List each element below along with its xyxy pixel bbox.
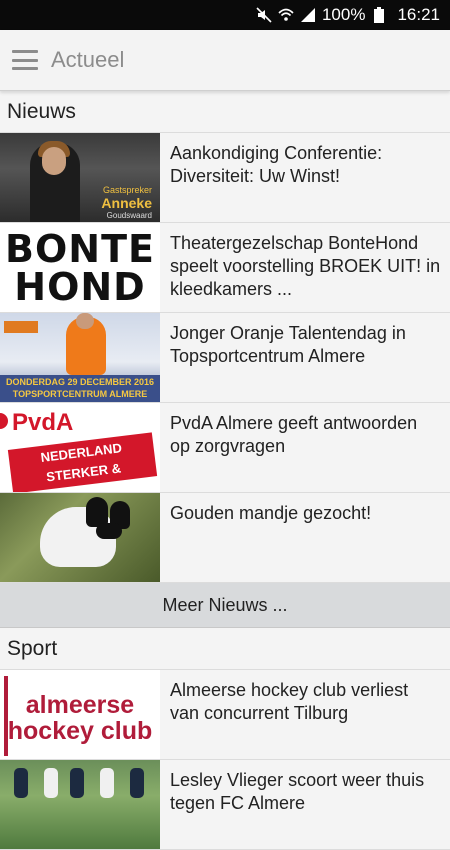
news-title: Gouden mandje gezocht! [170,503,372,523]
more-news-button[interactable]: Meer Nieuws ... [0,583,450,628]
sport-thumbnail [0,760,160,849]
thumb-caption: PvdA [12,409,74,436]
thumb-banner: NEDERLAND STERKER & SOCIALER [7,432,158,492]
news-title: Aankondiging Conferentie: Diversiteit: U… [170,143,383,186]
sport-list-item[interactable]: almeerse hockey club Almeerse hockey clu… [0,670,450,760]
thumb-caption: almeerse [25,691,135,719]
section-header-news: Nieuws [0,91,450,133]
thumb-caption: Gastspreker [102,185,152,195]
sport-title: Lesley Vlieger scoort weer thuis tegen F… [170,770,425,813]
news-thumbnail [0,493,160,582]
news-title: Jonger Oranje Talentendag in Topsportcen… [170,323,406,366]
thumb-caption: hockey club [7,717,153,745]
sport-section: Sport almeerse hockey club Almeerse hock… [0,628,450,850]
news-section: Nieuws Gastspreker Anneke Goudswaard Aan… [0,91,450,628]
news-thumbnail: DONDERDAG 29 DECEMBER 2016 TOPSPORTCENTR… [0,313,160,402]
news-list-item[interactable]: BONTE HOND Theatergezelschap BonteHond s… [0,223,450,313]
mute-icon [256,7,272,23]
news-list-item[interactable]: PvdA NEDERLAND STERKER & SOCIALER PvdA A… [0,403,450,493]
thumb-caption: Goudswaard [106,211,152,220]
news-title: Theatergezelschap BonteHond speelt voors… [170,233,441,299]
news-list-item[interactable]: Gastspreker Anneke Goudswaard Aankondigi… [0,133,450,223]
status-time: 16:21 [397,5,440,24]
signal-icon [300,7,316,23]
sport-title: Almeerse hockey club verliest van concur… [170,680,409,723]
status-bar: 100% 16:21 [0,0,450,30]
thumb-caption: DONDERDAG 29 DECEMBER 2016 [5,377,155,387]
battery-percent: 100% [321,5,366,24]
app-bar: Actueel [0,30,450,91]
battery-icon [371,7,387,23]
thumb-caption: BONTE [5,226,155,271]
thumb-caption: HOND [14,264,146,309]
news-thumbnail: Gastspreker Anneke Goudswaard [0,133,160,222]
thumb-caption: TOPSPORTCENTRUM ALMERE [12,389,148,399]
news-list-item[interactable]: DONDERDAG 29 DECEMBER 2016 TOPSPORTCENTR… [0,313,450,403]
news-thumbnail: BONTE HOND [0,223,160,312]
thumb-caption: Anneke [101,195,152,211]
hamburger-menu-icon[interactable] [12,50,38,70]
news-thumbnail: PvdA NEDERLAND STERKER & SOCIALER [0,403,160,492]
sport-list-item[interactable]: Lesley Vlieger scoort weer thuis tegen F… [0,760,450,850]
news-title: PvdA Almere geeft antwoorden op zorgvrag… [170,413,418,456]
app-title: Actueel [51,47,125,72]
sport-thumbnail: almeerse hockey club [0,670,160,759]
wifi-icon [278,7,294,23]
news-list-item[interactable]: Gouden mandje gezocht! [0,493,450,583]
section-header-sport: Sport [0,628,450,670]
